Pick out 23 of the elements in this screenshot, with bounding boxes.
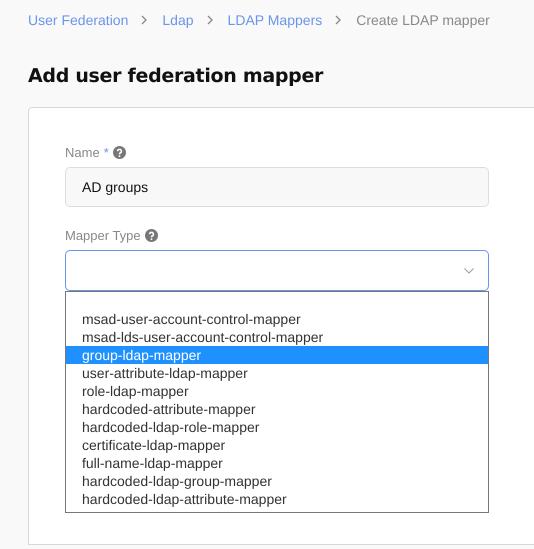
mapper-type-select[interactable] bbox=[65, 250, 489, 291]
breadcrumb-current: Create LDAP mapper bbox=[356, 12, 490, 28]
dropdown-option[interactable]: msad-user-account-control-mapper bbox=[66, 310, 488, 328]
dropdown-option[interactable]: role-ldap-mapper bbox=[66, 382, 488, 400]
dropdown-option[interactable]: hardcoded-attribute-mapper bbox=[66, 400, 488, 418]
page-title: Add user federation mapper bbox=[28, 65, 324, 87]
field-label: Mapper Type bbox=[65, 228, 141, 242]
dropdown-option[interactable]: certificate-ldap-mapper bbox=[66, 436, 488, 454]
dropdown-option[interactable]: hardcoded-ldap-role-mapper bbox=[66, 418, 488, 436]
dropdown-option[interactable]: full-name-ldap-mapper bbox=[66, 454, 488, 472]
dropdown-option[interactable]: msad-lds-user-account-control-mapper bbox=[66, 328, 488, 346]
dropdown-option[interactable]: hardcoded-ldap-group-mapper bbox=[66, 472, 488, 490]
chevron-right-icon bbox=[206, 15, 213, 25]
field-label: Name bbox=[65, 144, 100, 160]
chevron-right-icon bbox=[141, 15, 148, 25]
help-icon bbox=[144, 228, 158, 242]
help-icon bbox=[112, 146, 126, 158]
name-field[interactable]: AD groups bbox=[65, 167, 489, 207]
dropdown-option[interactable]: hardcoded-ldap-attribute-mapper bbox=[66, 490, 488, 508]
required-mark: * bbox=[104, 144, 109, 160]
chevron-down-icon bbox=[464, 268, 474, 274]
chevron-right-icon bbox=[335, 15, 342, 25]
dropdown-option[interactable]: user-attribute-ldap-mapper bbox=[66, 364, 488, 382]
